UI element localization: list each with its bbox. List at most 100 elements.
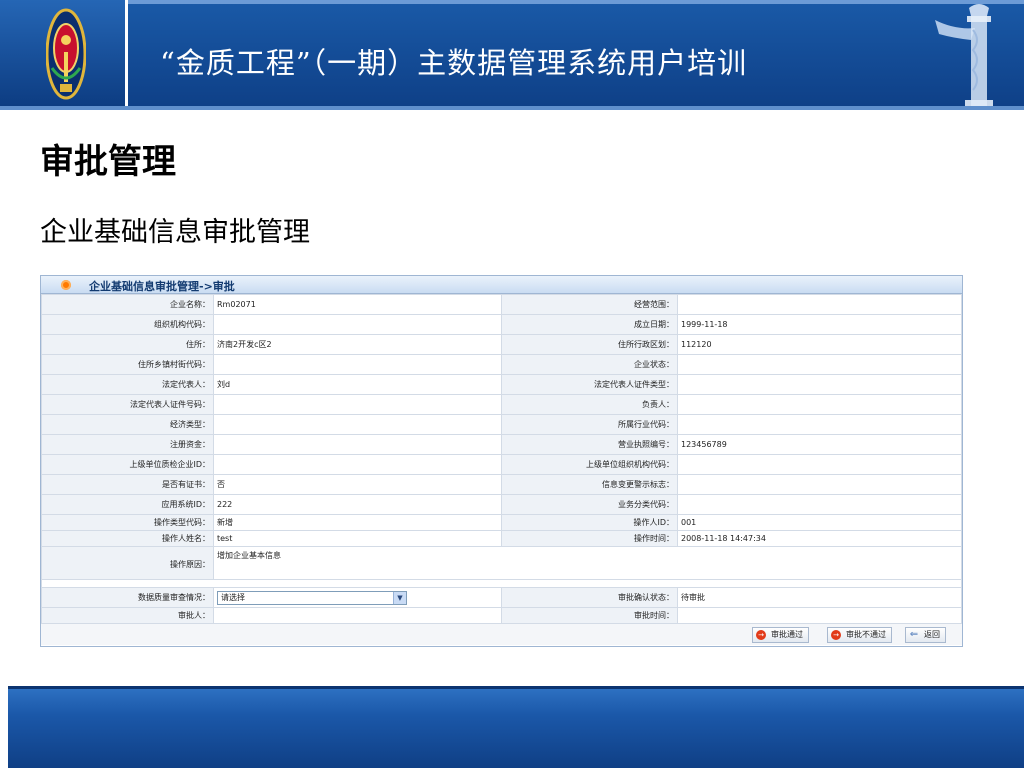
approver-value: [213, 607, 502, 624]
field-label: 营业执照编号：: [501, 434, 678, 455]
enterprise-info-table: 企业名称： Rm02071 经营范围： 组织机构代码： 成立日期： 1999-11-18 住…: [41, 294, 962, 624]
emblem-box: [0, 0, 128, 110]
field-label: 操作时间：: [501, 530, 678, 547]
field-label: 信息变更警示标志：: [501, 474, 678, 495]
field-value: 123456789: [677, 434, 962, 455]
field-value: [677, 394, 962, 415]
field-value: 济南2开发c区2: [213, 334, 502, 355]
field-label: 企业状态：: [501, 354, 678, 375]
field-label: 操作人ID：: [501, 514, 678, 531]
field-value: [213, 454, 502, 475]
panel-bullet-icon: [61, 280, 71, 290]
reject-icon: →: [831, 630, 841, 640]
field-value: [213, 434, 502, 455]
section-subtitle: 企业基础信息审批管理: [40, 217, 310, 248]
slide-footer-band: [8, 686, 1024, 768]
header-stripe-top: [0, 0, 1024, 4]
field-value: 否: [213, 474, 502, 495]
field-label: 上级单位组织机构代码：: [501, 454, 678, 475]
table-row: 住所： 济南2开发c区2 住所行政区划： 112120: [41, 334, 962, 355]
field-value: [213, 354, 502, 375]
approval-status-label: 审批确认状态：: [501, 587, 678, 608]
reject-button-label: 审批不通过: [846, 630, 886, 639]
quality-review-select[interactable]: 请选择 ▼: [217, 590, 407, 605]
field-label: 住所行政区划：: [501, 334, 678, 355]
quality-review-select-value: 请选择: [221, 592, 245, 602]
field-label: 操作人姓名：: [41, 530, 214, 547]
field-label: 业务分类代码：: [501, 494, 678, 515]
table-row: 上级单位质检企业ID： 上级单位组织机构代码：: [41, 454, 962, 475]
field-value: [677, 374, 962, 395]
field-label: 法定代表人证件号码：: [41, 394, 214, 415]
field-value: [677, 494, 962, 515]
table-row: 组织机构代码： 成立日期： 1999-11-18: [41, 314, 962, 335]
field-label: 经济类型：: [41, 414, 214, 435]
emblem-icon: [46, 8, 86, 100]
table-row: 企业名称： Rm02071 经营范围：: [41, 294, 962, 315]
approval-status-value: 待审批: [677, 587, 962, 608]
field-value: Rm02071: [213, 294, 502, 315]
huabiao-column-icon: [935, 4, 993, 110]
field-value: 112120: [677, 334, 962, 355]
slide-title: “金质工程”（一期）主数据管理系统用户培训: [160, 46, 748, 80]
table-row: 操作原因： 增加企业基本信息: [41, 546, 962, 580]
field-label: 是否有证书：: [41, 474, 214, 495]
field-label: 成立日期：: [501, 314, 678, 335]
table-row: 数据质量审查情况： 请选择 ▼ 审批确认状态： 待审批: [41, 587, 962, 608]
table-row: 操作人姓名： test 操作时间： 2008-11-18 14:47:34: [41, 530, 962, 547]
field-value: [677, 294, 962, 315]
approve-icon: →: [756, 630, 766, 640]
table-row: 注册资金： 营业执照编号： 123456789: [41, 434, 962, 455]
button-bar: → 审批通过 → 审批不通过 ⇐ 返回: [41, 623, 962, 645]
table-row: 审批人： 审批时间：: [41, 607, 962, 624]
field-value: [213, 314, 502, 335]
field-label: 组织机构代码：: [41, 314, 214, 335]
field-label: 法定代表人：: [41, 374, 214, 395]
approver-label: 审批人：: [41, 607, 214, 624]
field-label: 法定代表人证件类型：: [501, 374, 678, 395]
field-value: [213, 414, 502, 435]
field-value: [677, 354, 962, 375]
field-value: test: [213, 530, 502, 547]
approval-time-value: [677, 607, 962, 624]
chevron-down-icon[interactable]: ▼: [393, 591, 406, 604]
field-label: 所属行业代码：: [501, 414, 678, 435]
field-label: 应用系统ID：: [41, 494, 214, 515]
panel-header: 企业基础信息审批管理->审批: [41, 276, 962, 294]
field-label: 注册资金：: [41, 434, 214, 455]
table-spacer: [41, 579, 962, 588]
field-value: [677, 474, 962, 495]
back-arrow-icon: ⇐: [909, 629, 919, 640]
back-button[interactable]: ⇐ 返回: [905, 627, 946, 643]
field-value: 2008-11-18 14:47:34: [677, 530, 962, 547]
field-label: 负责人：: [501, 394, 678, 415]
field-value: 001: [677, 514, 962, 531]
table-row: 法定代表人： 刘d 法定代表人证件类型：: [41, 374, 962, 395]
approve-button[interactable]: → 审批通过: [752, 627, 809, 643]
field-value: 1999-11-18: [677, 314, 962, 335]
approval-time-label: 审批时间：: [501, 607, 678, 624]
field-label: 经营范围：: [501, 294, 678, 315]
header-stripe-bottom: [0, 106, 1024, 110]
table-row: 住所乡镇村街代码： 企业状态：: [41, 354, 962, 375]
approve-button-label: 审批通过: [771, 630, 803, 639]
reason-label: 操作原因：: [41, 546, 214, 580]
footer-line: [8, 686, 1024, 689]
reason-value: 增加企业基本信息: [213, 546, 962, 580]
table-row: 操作类型代码： 新增 操作人ID： 001: [41, 514, 962, 531]
field-value: 新增: [213, 514, 502, 531]
slide-header: “金质工程”（一期）主数据管理系统用户培训: [0, 0, 1024, 110]
back-button-label: 返回: [924, 630, 940, 639]
reject-button[interactable]: → 审批不通过: [827, 627, 892, 643]
field-label: 企业名称：: [41, 294, 214, 315]
table-row: 法定代表人证件号码： 负责人：: [41, 394, 962, 415]
field-label: 操作类型代码：: [41, 514, 214, 531]
field-value: [677, 414, 962, 435]
field-value: 刘d: [213, 374, 502, 395]
field-value: 222: [213, 494, 502, 515]
field-label: 住所：: [41, 334, 214, 355]
field-label: 住所乡镇村街代码：: [41, 354, 214, 375]
quality-review-cell: 请选择 ▼: [213, 587, 502, 608]
field-value: [213, 394, 502, 415]
field-label: 上级单位质检企业ID：: [41, 454, 214, 475]
